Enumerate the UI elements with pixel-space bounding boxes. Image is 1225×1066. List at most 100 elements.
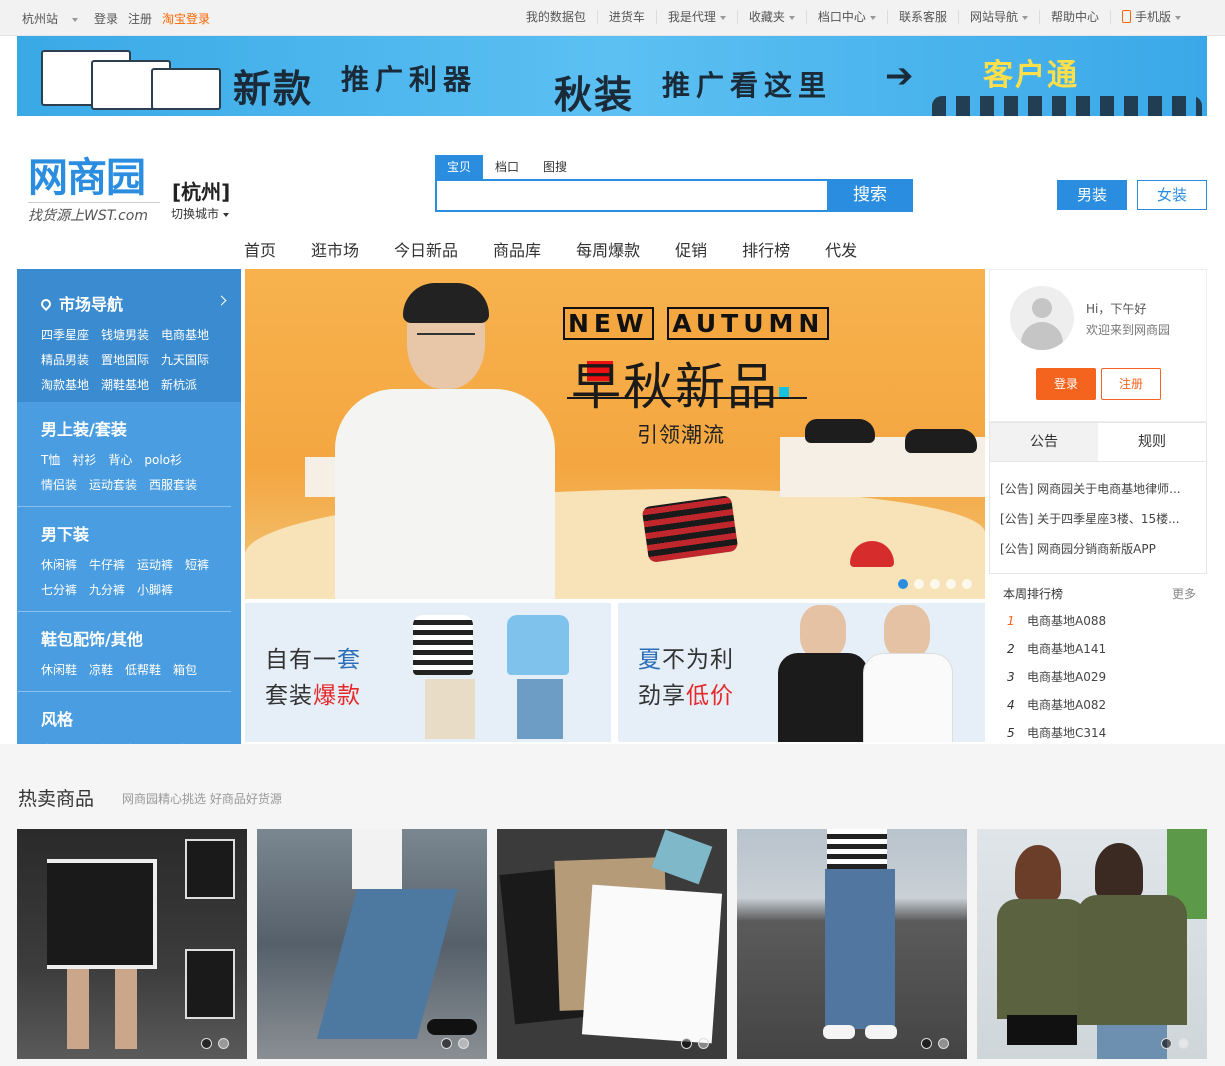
market-link[interactable]: 钱塘男装 (101, 323, 149, 348)
category-link[interactable]: 箱包 (173, 658, 197, 683)
market-link[interactable]: 淘款基地 (41, 373, 89, 398)
arrow-right-icon: ➔ (885, 56, 914, 96)
nav-today-new[interactable]: 今日新品 (394, 237, 458, 261)
market-link[interactable]: 电商基地 (161, 323, 209, 348)
market-link[interactable]: 新杭派 (161, 373, 197, 398)
promo-card-summer[interactable]: 夏不为利 劲享低价 (618, 603, 985, 742)
notice-item[interactable]: [公告] 网商园分销商新版APP (1000, 534, 1200, 564)
carousel-dots (898, 579, 972, 589)
carousel-dot[interactable] (898, 579, 908, 589)
notice-item[interactable]: [公告] 网商园关于电商基地律师... (1000, 474, 1200, 504)
mobile-version-link[interactable]: 手机版 (1109, 10, 1192, 24)
product-card[interactable] (497, 829, 727, 1059)
ad-banner[interactable]: 新款 推广利器 秋装 推广看这里 ➔ 客户通 (17, 36, 1207, 116)
site-logo[interactable]: 网商园 找货源上WST.com (28, 156, 160, 225)
category-link[interactable]: 凉鞋 (89, 658, 113, 683)
login-link[interactable]: 登录 (94, 10, 118, 27)
product-image-dots (441, 1038, 469, 1049)
carousel-dot[interactable] (930, 579, 940, 589)
nav-product-library[interactable]: 商品库 (493, 237, 541, 261)
ranking-item[interactable]: 3 电商基地A029 (1007, 663, 1106, 691)
taobao-login-link[interactable]: 淘宝登录 (162, 10, 210, 27)
register-link[interactable]: 注册 (128, 10, 152, 27)
tab-image-search[interactable]: 图搜 (531, 155, 579, 179)
help-center-link[interactable]: 帮助中心 (1038, 10, 1110, 24)
nav-home[interactable]: 首页 (244, 237, 276, 261)
search-input[interactable] (437, 181, 829, 210)
agent-menu[interactable]: 我是代理 (655, 10, 737, 24)
hero-carousel[interactable]: NEW AUTUMN 早秋新品 引领潮流 (245, 269, 985, 599)
panel-login-button[interactable]: 登录 (1036, 368, 1096, 400)
switch-city-dropdown[interactable]: 切换城市 (171, 205, 230, 222)
product-card[interactable] (977, 829, 1207, 1059)
category-link[interactable]: 衬衫 (72, 448, 96, 473)
men-button[interactable]: 男装 (1057, 180, 1127, 210)
banner-brand: 客户通 (983, 58, 1079, 93)
ranking-item[interactable]: 2 电商基地A141 (1007, 635, 1106, 663)
market-link[interactable]: 四季星座 (41, 323, 89, 348)
carousel-dot[interactable] (914, 579, 924, 589)
category-link[interactable]: 情侣装 (41, 473, 77, 498)
tab-rules[interactable]: 规则 (1098, 423, 1206, 461)
carousel-dot[interactable] (962, 579, 972, 589)
category-link[interactable]: 休闲鞋 (41, 658, 77, 683)
site-nav-menu[interactable]: 网站导航 (957, 10, 1039, 24)
promo-card-suits[interactable]: 自有一套 套装爆款 (245, 603, 611, 742)
category-link[interactable]: 九分裤 (89, 578, 125, 603)
category-link[interactable]: 小脚裤 (137, 578, 173, 603)
notice-item[interactable]: [公告] 关于四季星座3楼、15楼... (1000, 504, 1200, 534)
category-title[interactable]: 鞋包配饰/其他 (41, 626, 231, 650)
women-button[interactable]: 女装 (1137, 180, 1207, 210)
category-title[interactable]: 男上装/套装 (41, 416, 231, 440)
stall-center-menu[interactable]: 档口中心 (805, 10, 887, 24)
search-button[interactable]: 搜索 (827, 179, 913, 212)
ranking-item[interactable]: 5 电商基地C314 (1007, 719, 1106, 747)
market-link[interactable]: 潮鞋基地 (101, 373, 149, 398)
category-link[interactable]: 短裤 (185, 553, 209, 578)
category-link[interactable]: 西服套装 (149, 473, 197, 498)
search-tabs: 宝贝 档口 图搜 (435, 155, 579, 179)
market-nav-title[interactable]: 市场导航 (38, 291, 241, 315)
product-card[interactable] (17, 829, 247, 1059)
chevron-down-icon (1021, 15, 1028, 20)
nav-promotion[interactable]: 促销 (675, 237, 707, 261)
category-title[interactable]: 风格 (41, 706, 231, 730)
customer-service-link[interactable]: 联系客服 (886, 10, 958, 24)
market-link[interactable]: 九天国际 (161, 348, 209, 373)
nav-weekly-hot[interactable]: 每周爆款 (576, 237, 640, 261)
ranking-item[interactable]: 4 电商基地A082 (1007, 691, 1106, 719)
crowd-illustration (932, 96, 1202, 116)
banner-text-promo: 推广利器 (341, 63, 478, 96)
location-pin-icon (38, 296, 54, 312)
category-link[interactable]: 七分裤 (41, 578, 77, 603)
nav-ranking[interactable]: 排行榜 (742, 237, 790, 261)
market-link[interactable]: 置地国际 (101, 348, 149, 373)
ranking-item[interactable]: 1 电商基地A088 (1007, 607, 1106, 635)
tab-item[interactable]: 宝贝 (435, 155, 484, 179)
carousel-dot[interactable] (946, 579, 956, 589)
chevron-down-icon (719, 15, 726, 20)
tab-announcements[interactable]: 公告 (990, 423, 1098, 461)
nav-market[interactable]: 逛市场 (311, 237, 359, 261)
category-link[interactable]: 休闲裤 (41, 553, 77, 578)
category-link[interactable]: 低帮鞋 (125, 658, 161, 683)
tab-stall[interactable]: 档口 (483, 155, 531, 179)
cart-link[interactable]: 进货车 (596, 10, 656, 24)
category-link[interactable]: 运动套装 (89, 473, 137, 498)
category-link[interactable]: 牛仔裤 (89, 553, 125, 578)
panel-register-button[interactable]: 注册 (1101, 368, 1161, 400)
product-card[interactable] (737, 829, 967, 1059)
category-link[interactable]: 背心 (108, 448, 132, 473)
banner-text-autumn: 秋装 (554, 73, 635, 116)
nav-dropship[interactable]: 代发 (825, 237, 857, 261)
category-link[interactable]: 运动裤 (137, 553, 173, 578)
my-data-link[interactable]: 我的数据包 (515, 10, 597, 24)
city-selector[interactable]: 杭州站 (22, 10, 79, 27)
market-link[interactable]: 精品男装 (41, 348, 89, 373)
ranking-more-link[interactable]: 更多 (1172, 585, 1196, 602)
favorites-menu[interactable]: 收藏夹 (736, 10, 806, 24)
category-title[interactable]: 男下装 (41, 521, 231, 545)
product-card[interactable] (257, 829, 487, 1059)
category-link[interactable]: polo衫 (144, 448, 182, 473)
category-link[interactable]: T恤 (41, 448, 60, 473)
